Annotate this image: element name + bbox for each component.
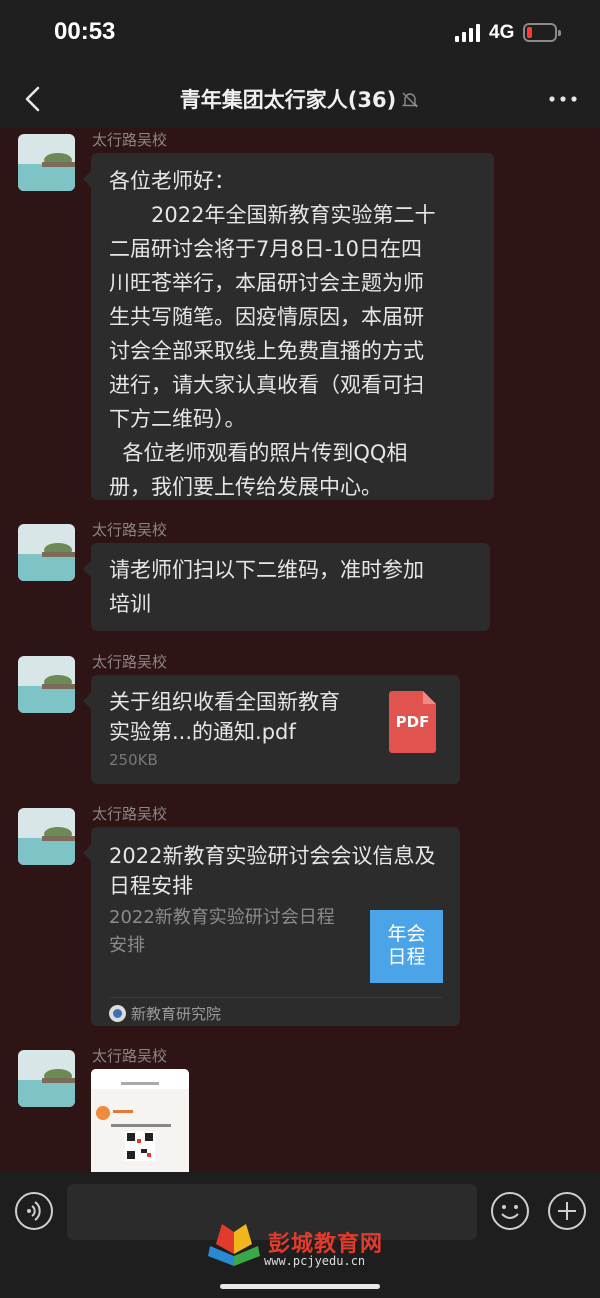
link-thumbnail: 年会 日程 (370, 910, 443, 983)
avatar[interactable] (18, 656, 75, 713)
signal-icon (455, 24, 481, 42)
link-source: 新教育研究院 (109, 1003, 221, 1024)
add-more-button[interactable] (548, 1192, 586, 1230)
site-watermark: 彭城教育网 www.pcjyedu.cn (208, 1224, 408, 1272)
emoji-icon (501, 1205, 519, 1219)
link-title: 2022新教育实验研讨会会议信息及日程安排 (109, 844, 436, 898)
book-logo-icon (208, 1224, 260, 1266)
avatar[interactable] (18, 808, 75, 865)
sender-name: 太行路吴校 (92, 653, 168, 671)
avatar[interactable] (18, 1050, 75, 1107)
link-description: 2022新教育实验研讨会日程安排 (109, 907, 335, 956)
link-card[interactable]: 2022新教育实验研讨会会议信息及日程安排 2022新教育实验研讨会日程安排 年… (83, 827, 460, 1026)
pdf-file-icon: PDF (389, 691, 436, 753)
image-message[interactable] (91, 1069, 189, 1172)
text-bubble[interactable]: 各位老师好： 2022年全国新教育实验第二十 二届研讨会将于7月8日-10日在四… (83, 153, 494, 500)
mute-bell-icon (402, 92, 419, 108)
plus-icon (558, 1202, 576, 1220)
sender-name: 太行路吴校 (92, 1047, 168, 1065)
input-bar: 彭城教育网 www.pcjyedu.cn (0, 1172, 600, 1298)
source-name: 新教育研究院 (131, 1005, 222, 1023)
avatar[interactable] (18, 524, 75, 581)
watermark-url: www.pcjyedu.cn (264, 1254, 366, 1268)
file-name: 关于组织收看全国新教育实验第...的通知.pdf (109, 690, 340, 744)
battery-icon (523, 23, 561, 42)
voice-button[interactable] (15, 1192, 53, 1230)
chat-area[interactable]: 太行路吴校 各位老师好： 2022年全国新教育实验第二十 二届研讨会将于7月8日… (0, 128, 600, 1172)
sender-name: 太行路吴校 (92, 521, 168, 539)
home-indicator[interactable] (220, 1284, 380, 1289)
network-type: 4G (489, 22, 515, 43)
thumbnail-label: 年会 日程 (387, 923, 426, 968)
pdf-label: PDF (395, 713, 430, 731)
message-text: 请老师们扫以下二维码，准时参加 培训 (109, 558, 424, 616)
chat-header: 青年集团太行家人(36) (0, 70, 600, 128)
file-bubble[interactable]: 关于组织收看全国新教育实验第...的通知.pdf 250KB PDF (83, 675, 460, 784)
status-bar: 00:53 4G (0, 0, 600, 70)
chat-title: 青年集团太行家人(36) (179, 88, 397, 112)
voice-icon (27, 1201, 41, 1221)
message-text: 各位老师好： 2022年全国新教育实验第二十 二届研讨会将于7月8日-10日在四… (109, 169, 436, 499)
chat-title-wrap: 青年集团太行家人(36) (0, 84, 600, 114)
more-options-icon[interactable] (548, 94, 578, 104)
source-logo-icon (109, 1005, 126, 1022)
sender-name: 太行路吴校 (92, 805, 168, 823)
sender-name: 太行路吴校 (92, 131, 168, 149)
emoji-button[interactable] (491, 1192, 529, 1230)
divider (109, 997, 442, 998)
file-size: 250KB (109, 751, 158, 769)
status-time: 00:53 (54, 18, 116, 45)
avatar[interactable] (18, 134, 75, 191)
text-bubble[interactable]: 请老师们扫以下二维码，准时参加 培训 (83, 543, 490, 631)
